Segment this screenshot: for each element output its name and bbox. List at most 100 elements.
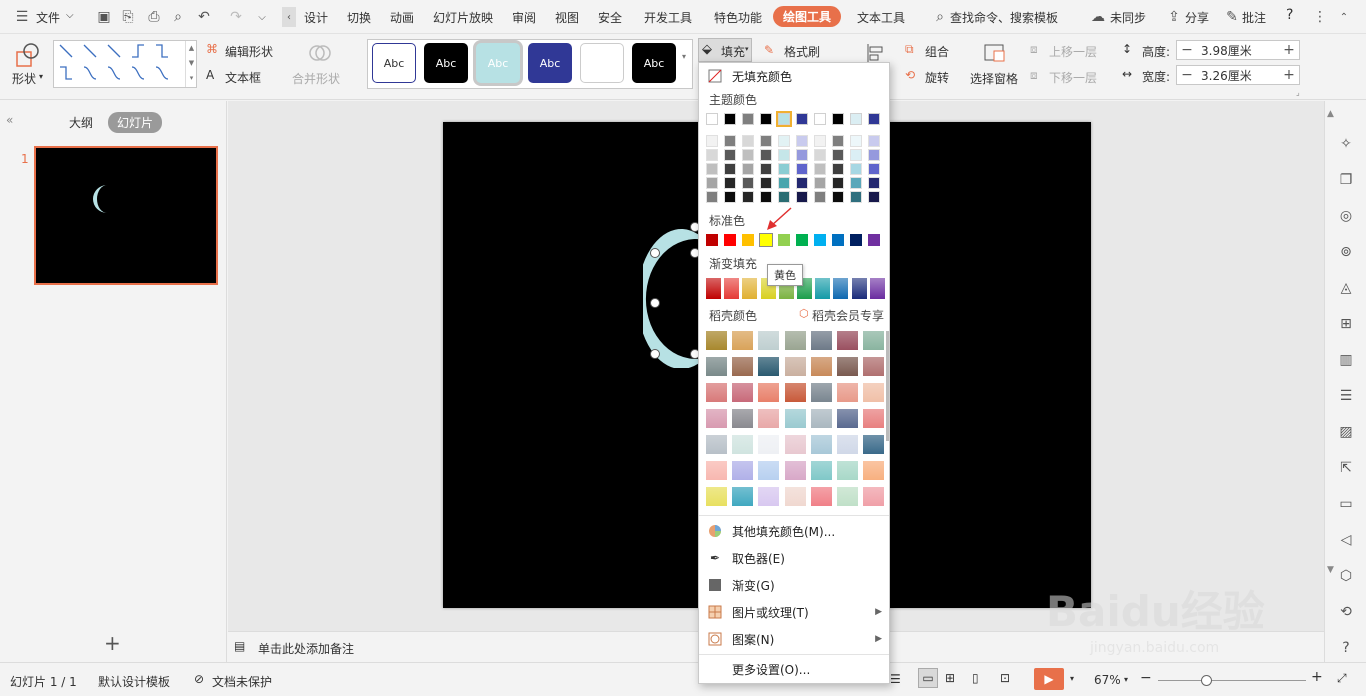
daoke-color-swatch[interactable]: [758, 409, 780, 428]
daoke-color-swatch[interactable]: [706, 409, 727, 428]
daoke-color-swatch[interactable]: [810, 383, 832, 402]
export-icon[interactable]: ⇱: [1337, 459, 1355, 477]
width-decrease-button[interactable]: −: [1177, 67, 1197, 83]
gallery-scroll[interactable]: ▲ ▼ ▾: [185, 41, 197, 87]
daoke-color-swatch[interactable]: [732, 461, 754, 480]
theme-tint-swatch[interactable]: [742, 149, 754, 161]
sidebar-scroll-up-icon[interactable]: ▲: [1327, 109, 1334, 119]
daoke-color-swatch[interactable]: [784, 487, 806, 506]
theme-tint-swatch[interactable]: [760, 163, 772, 175]
history-icon[interactable]: ⟲: [1337, 603, 1355, 621]
daoke-color-swatch[interactable]: [863, 383, 885, 402]
daoke-color-swatch[interactable]: [837, 461, 858, 480]
zoom-in-button[interactable]: +: [1311, 669, 1323, 685]
theme-tint-swatch[interactable]: [796, 163, 808, 175]
location-icon[interactable]: ⊚: [1337, 243, 1355, 261]
merge-shape-button[interactable]: 合并形状: [292, 70, 340, 87]
shape-style-4[interactable]: Abc: [528, 43, 572, 83]
daoke-color-swatch[interactable]: [706, 487, 727, 506]
pattern-option[interactable]: 图案(N) ▶: [707, 628, 882, 650]
document-protection[interactable]: 文档未保护: [212, 673, 272, 690]
theme-color-swatch[interactable]: [850, 113, 862, 125]
fit-window-icon[interactable]: ⤢: [1337, 671, 1347, 686]
theme-color-swatch[interactable]: [742, 113, 754, 125]
copy-icon[interactable]: ❐: [1337, 171, 1355, 189]
zoom-out-button[interactable]: −: [1140, 670, 1152, 686]
slide-thumbnail[interactable]: [34, 146, 218, 285]
theme-tint-swatch[interactable]: [724, 149, 736, 161]
gradient-color-swatch[interactable]: [815, 278, 831, 299]
theme-tint-swatch[interactable]: [832, 135, 844, 147]
zoom-slider[interactable]: [1158, 680, 1306, 681]
theme-color-swatch[interactable]: [832, 113, 844, 125]
help-button[interactable]: ?: [1286, 7, 1293, 23]
daoke-color-swatch[interactable]: [863, 331, 885, 350]
resize-handle[interactable]: [650, 349, 660, 359]
gradient-color-swatch[interactable]: [833, 278, 849, 299]
export-pdf-icon[interactable]: ⎘: [118, 7, 138, 27]
theme-tint-swatch[interactable]: [868, 135, 880, 147]
shape-label[interactable]: 形状: [12, 70, 36, 87]
daoke-color-swatch[interactable]: [706, 357, 727, 376]
grid-icon[interactable]: ⊞: [1337, 315, 1355, 333]
daoke-color-swatch[interactable]: [706, 383, 727, 402]
theme-tint-swatch[interactable]: [760, 191, 772, 203]
gradient-color-swatch[interactable]: [869, 278, 885, 299]
quick-access-more-icon[interactable]: ⌵: [252, 7, 272, 27]
theme-tint-swatch[interactable]: [832, 177, 844, 189]
tab-security[interactable]: 安全: [598, 9, 622, 26]
daoke-color-swatch[interactable]: [863, 435, 885, 454]
outline-tab[interactable]: 大纲: [69, 114, 93, 131]
daoke-color-swatch[interactable]: [758, 487, 780, 506]
daoke-color-swatch[interactable]: [837, 331, 858, 350]
theme-color-swatch[interactable]: [760, 113, 772, 125]
no-fill-option[interactable]: 无填充颜色: [707, 65, 882, 87]
layers-icon[interactable]: ◬: [1337, 279, 1355, 297]
bring-forward-button[interactable]: 上移一层: [1049, 43, 1097, 60]
daoke-member-label[interactable]: 稻壳会员专享: [812, 307, 884, 324]
theme-tint-swatch[interactable]: [778, 191, 790, 203]
file-chevron-icon[interactable]: ⌵: [66, 10, 74, 21]
daoke-color-swatch[interactable]: [837, 487, 858, 506]
style-gallery-more-icon[interactable]: ▾: [682, 52, 686, 61]
theme-tint-swatch[interactable]: [814, 135, 826, 147]
height-input[interactable]: 3.98厘米: [1197, 42, 1279, 59]
normal-view-icon[interactable]: ▭: [918, 668, 938, 688]
daoke-color-swatch[interactable]: [732, 487, 754, 506]
daoke-color-swatch[interactable]: [810, 435, 832, 454]
theme-tint-swatch[interactable]: [850, 177, 862, 189]
reading-view-icon[interactable]: ▯: [972, 671, 979, 685]
size-dialog-launcher-icon[interactable]: ⌟: [1296, 88, 1300, 97]
eyedropper-option[interactable]: ✒ 取色器(E): [707, 547, 882, 569]
textbox-button[interactable]: 文本框: [225, 69, 261, 86]
theme-tint-swatch[interactable]: [724, 191, 736, 203]
gradient-color-swatch[interactable]: [851, 278, 867, 299]
daoke-color-swatch[interactable]: [810, 331, 832, 350]
hamburger-menu-icon[interactable]: ☰: [12, 7, 32, 27]
format-painter-button[interactable]: 格式刷: [784, 43, 820, 60]
zoom-level[interactable]: 67%: [1094, 673, 1121, 687]
daoke-color-swatch[interactable]: [732, 331, 754, 350]
slides-tab[interactable]: 幻灯片: [108, 112, 163, 133]
notes-view-icon[interactable]: ☰: [890, 672, 901, 686]
daoke-color-swatch[interactable]: [863, 487, 885, 506]
daoke-color-swatch[interactable]: [863, 409, 885, 428]
comment-icon[interactable]: ✎: [1222, 7, 1242, 27]
share-button[interactable]: 分享: [1185, 9, 1209, 26]
daoke-color-swatch[interactable]: [758, 461, 780, 480]
theme-color-swatch[interactable]: [868, 113, 880, 125]
theme-tint-swatch[interactable]: [706, 163, 718, 175]
edit-shape-button[interactable]: 编辑形状: [225, 43, 273, 60]
gradient-option[interactable]: 渐变(G): [707, 574, 882, 596]
fullscreen-view-icon[interactable]: ⊡: [1000, 671, 1010, 685]
redo-icon[interactable]: ↷: [226, 7, 246, 27]
theme-tint-swatch[interactable]: [742, 135, 754, 147]
theme-color-swatch[interactable]: [796, 113, 808, 125]
shape-dropdown-icon[interactable]: ▾: [39, 72, 43, 81]
daoke-color-swatch[interactable]: [863, 461, 885, 480]
audio-icon[interactable]: ◁: [1337, 531, 1355, 549]
print-icon[interactable]: ⎙: [144, 7, 164, 27]
theme-tint-swatch[interactable]: [778, 135, 790, 147]
theme-tint-swatch[interactable]: [796, 191, 808, 203]
save-icon[interactable]: ▣: [94, 7, 114, 27]
